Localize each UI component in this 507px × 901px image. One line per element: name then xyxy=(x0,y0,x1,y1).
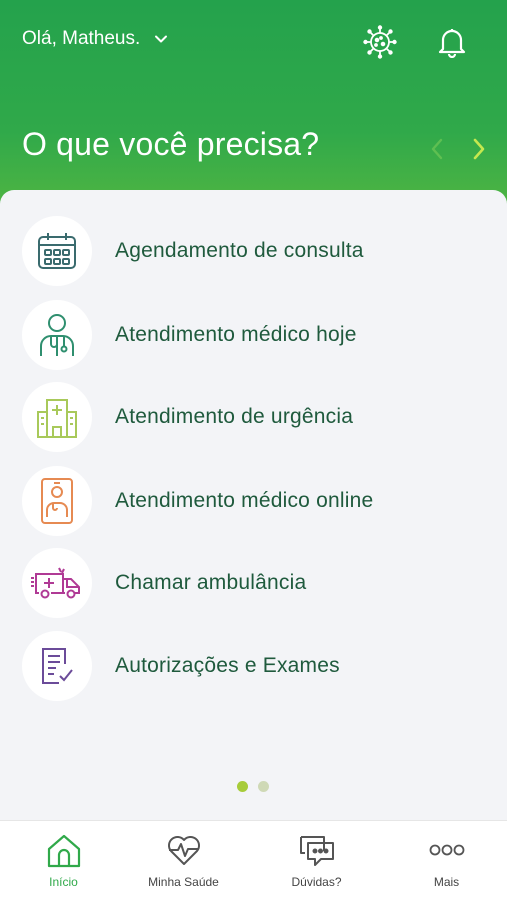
menu-icon-circle xyxy=(22,300,92,370)
menu-item-label: Agendamento de consulta xyxy=(115,239,364,262)
menu-item-label: Chamar ambulância xyxy=(115,571,307,594)
nav-label: Minha Saúde xyxy=(148,875,219,889)
menu-item-autorizacoes[interactable]: Autorizações e Exames xyxy=(22,631,492,701)
page-dot-active[interactable] xyxy=(237,781,248,792)
bell-icon[interactable] xyxy=(432,22,472,62)
page-indicator xyxy=(237,781,269,792)
home-icon xyxy=(47,834,80,868)
menu-item-urgencia[interactable]: Atendimento de urgência xyxy=(22,382,492,452)
nav-item-duvidas[interactable]: Dúvidas? xyxy=(253,821,380,901)
hospital-icon xyxy=(37,399,77,438)
page-title: O que você precisa? xyxy=(22,126,320,162)
document-check-icon xyxy=(42,648,73,684)
nav-item-minha-saude[interactable]: Minha Saúde xyxy=(120,821,247,901)
menu-item-ambulancia[interactable]: Chamar ambulância xyxy=(22,548,492,618)
bottom-navigation: Início Minha Saúde Dúvidas? Mais xyxy=(0,820,507,901)
nav-item-inicio[interactable]: Início xyxy=(0,821,127,901)
calendar-icon xyxy=(38,233,76,269)
phone-doctor-icon xyxy=(41,478,73,524)
ambulance-icon xyxy=(31,567,80,599)
menu-item-label: Atendimento médico online xyxy=(115,489,374,512)
nav-label: Dúvidas? xyxy=(291,875,342,889)
virus-icon[interactable] xyxy=(360,22,400,62)
more-icon xyxy=(429,844,464,856)
menu-icon-circle xyxy=(22,548,92,618)
menu-item-label: Atendimento médico hoje xyxy=(115,323,357,346)
heart-pulse-icon xyxy=(167,836,200,865)
prev-arrow[interactable] xyxy=(425,134,449,164)
menu-icon-circle xyxy=(22,466,92,536)
chat-icon xyxy=(299,836,334,866)
greeting-dropdown[interactable]: Olá, Matheus. xyxy=(22,28,168,50)
chevron-down-icon xyxy=(155,35,168,43)
menu-icon-circle xyxy=(22,382,92,452)
chevron-left-icon xyxy=(431,138,443,160)
menu-item-label: Autorizações e Exames xyxy=(115,654,340,677)
services-card: Agendamento de consulta Atendimento médi… xyxy=(0,190,507,820)
nav-item-mais[interactable]: Mais xyxy=(383,821,507,901)
nav-label: Mais xyxy=(433,875,460,889)
page-dot[interactable] xyxy=(258,781,269,792)
menu-item-medico-online[interactable]: Atendimento médico online xyxy=(22,466,492,536)
menu-item-label: Atendimento de urgência xyxy=(115,405,354,428)
menu-item-agendamento[interactable]: Agendamento de consulta xyxy=(22,216,492,286)
next-arrow[interactable] xyxy=(467,134,491,164)
menu-icon-circle xyxy=(22,631,92,701)
chevron-right-icon xyxy=(473,138,485,160)
doctor-icon xyxy=(40,314,74,356)
greeting-text: Olá, Matheus. xyxy=(22,28,141,49)
nav-label: Início xyxy=(49,875,78,889)
menu-item-medico-hoje[interactable]: Atendimento médico hoje xyxy=(22,300,492,370)
menu-icon-circle xyxy=(22,216,92,286)
